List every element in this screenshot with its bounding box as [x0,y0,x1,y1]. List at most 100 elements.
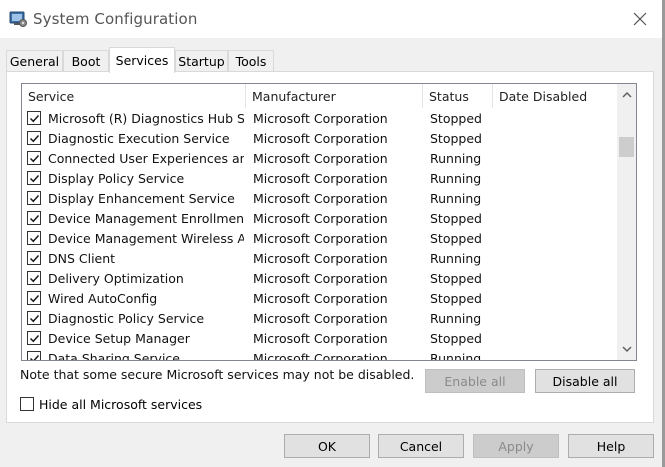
table-row[interactable]: Device Management Enrollment ... Microsof… [22,208,617,228]
scroll-up-button[interactable] [617,84,636,104]
scroll-down-button[interactable] [617,339,636,359]
cell-manufacturer: Microsoft Corporation [253,210,388,226]
vertical-scrollbar[interactable] [617,84,636,360]
column-label: Status [429,88,469,104]
check-icon [29,214,39,222]
cell-manufacturer: Microsoft Corporation [253,150,388,166]
table-row[interactable]: Connected User Experiences an... Microsof… [22,148,617,168]
services-list[interactable]: Service Manufacturer Status Date Disable… [21,83,637,361]
cell-date-disabled [500,308,615,328]
service-checkbox[interactable] [27,331,41,345]
cell-manufacturer: Microsoft Corporation [253,250,388,266]
tab-general[interactable]: General [6,50,63,72]
service-checkbox[interactable] [27,211,41,225]
cell-date-disabled [500,208,615,228]
button-label: Cancel [399,438,443,454]
service-checkbox[interactable] [27,131,41,145]
service-checkbox[interactable] [27,271,41,285]
close-button[interactable] [620,4,660,34]
tab-tools[interactable]: Tools [228,50,274,72]
checkbox-label: Hide all Microsoft services [39,396,203,412]
help-button[interactable]: Help [568,434,654,458]
cell-date-disabled [500,188,615,208]
check-icon [29,294,39,302]
table-row[interactable]: Microsoft (R) Diagnostics Hub St... Micro… [22,108,617,128]
table-row[interactable]: DNS Client Microsoft Corporation Running [22,248,617,268]
column-header-service[interactable]: Service [22,84,246,108]
check-icon [29,334,39,342]
cell-manufacturer: Microsoft Corporation [253,230,388,246]
table-row[interactable]: Device Management Wireless A... Microsoft… [22,228,617,248]
tab-services[interactable]: Services [109,47,175,73]
cell-manufacturer: Microsoft Corporation [253,290,388,306]
cell-status: Stopped [430,130,482,146]
cell-manufacturer: Microsoft Corporation [253,110,388,126]
service-checkbox[interactable] [27,291,41,305]
tab-boot[interactable]: Boot [63,50,109,72]
cell-status: Stopped [430,230,482,246]
table-row[interactable]: Diagnostic Execution Service Microsoft Co… [22,128,617,148]
check-icon [29,234,39,242]
column-label: Manufacturer [252,88,336,104]
cancel-button[interactable]: Cancel [378,434,464,458]
cell-service: DNS Client [48,250,116,266]
cell-service: Diagnostic Policy Service [48,310,205,326]
column-header-date-disabled[interactable]: Date Disabled [493,84,617,108]
table-row[interactable]: Data Sharing Service Microsoft Corporatio… [22,348,617,361]
tab-startup[interactable]: Startup [175,50,228,72]
cell-status: Stopped [430,290,482,306]
column-label: Service [28,88,75,104]
table-row[interactable]: Device Setup Manager Microsoft Corporatio… [22,328,617,348]
checkbox-box[interactable] [20,397,34,411]
cell-manufacturer: Microsoft Corporation [253,170,388,186]
cell-status: Stopped [430,110,482,126]
service-checkbox[interactable] [27,251,41,265]
cell-manufacturer: Microsoft Corporation [253,190,388,206]
cell-date-disabled [500,108,615,128]
chevron-down-icon [621,345,632,352]
check-icon [29,134,39,142]
cell-date-disabled [500,148,615,168]
table-row[interactable]: Display Policy Service Microsoft Corporat… [22,168,617,188]
check-icon [29,174,39,182]
button-label: Enable all [444,373,506,389]
button-label: Apply [498,438,534,454]
table-row[interactable]: Wired AutoConfig Microsoft Corporation Sto… [22,288,617,308]
cell-service: Microsoft (R) Diagnostics Hub St... [48,110,244,126]
ok-button[interactable]: OK [284,434,370,458]
cell-service: Device Management Enrollment ... [48,210,244,226]
service-checkbox[interactable] [27,351,41,360]
tab-label: Tools [235,54,267,69]
service-checkbox[interactable] [27,151,41,165]
column-header-status[interactable]: Status [423,84,493,108]
service-checkbox[interactable] [27,171,41,185]
apply-button[interactable]: Apply [473,434,559,458]
cell-manufacturer: Microsoft Corporation [253,270,388,286]
cell-status: Running [430,350,482,361]
scroll-thumb[interactable] [619,137,634,157]
hide-microsoft-services-checkbox[interactable]: Hide all Microsoft services [20,396,202,412]
service-checkbox[interactable] [27,111,41,125]
cell-status: Running [430,150,482,166]
check-icon [29,314,39,322]
table-row[interactable]: Delivery Optimization Microsoft Corporati… [22,268,617,288]
check-icon [29,254,39,262]
enable-all-button[interactable]: Enable all [425,369,525,393]
service-checkbox[interactable] [27,311,41,325]
check-icon [29,114,39,122]
table-row[interactable]: Diagnostic Policy Service Microsoft Corpo… [22,308,617,328]
cell-status: Running [430,250,482,266]
cell-status: Stopped [430,270,482,286]
cell-service: Delivery Optimization [48,270,184,286]
column-header-manufacturer[interactable]: Manufacturer [246,84,423,108]
tab-label: General [9,54,60,69]
service-checkbox[interactable] [27,191,41,205]
table-row[interactable]: Display Enhancement Service Microsoft Cor… [22,188,617,208]
service-checkbox[interactable] [27,231,41,245]
system-configuration-icon [9,11,27,27]
window-title: System Configuration [33,10,198,28]
cell-service: Device Setup Manager [48,330,190,346]
tab-label: Services [115,53,169,68]
disable-all-button[interactable]: Disable all [535,369,635,393]
cell-service: Diagnostic Execution Service [48,130,230,146]
